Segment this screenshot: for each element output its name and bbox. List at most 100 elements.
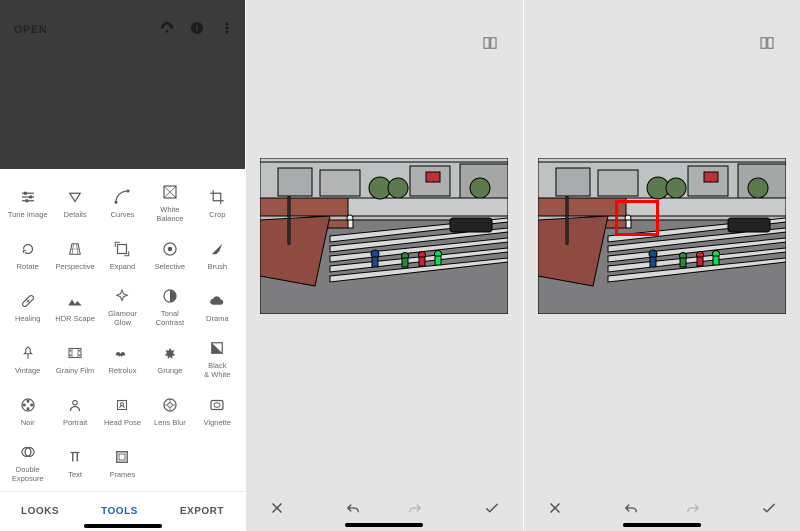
tool-crop[interactable]: Crop bbox=[194, 177, 241, 229]
tool-curves[interactable]: Curves bbox=[99, 177, 146, 229]
tool-drama[interactable]: Drama bbox=[194, 281, 241, 333]
vignette-icon bbox=[208, 396, 226, 414]
tool-label: Grainy Film bbox=[56, 366, 94, 375]
tool-lens-blur[interactable]: Lens Blur bbox=[146, 385, 193, 437]
tool-label: Frames bbox=[110, 470, 135, 479]
tool-label: Crop bbox=[209, 210, 225, 219]
tool-retrolux[interactable]: Retrolux bbox=[99, 333, 146, 385]
home-indicator bbox=[345, 523, 423, 527]
tool-label: Head Pose bbox=[104, 418, 141, 427]
tool-selective[interactable]: Selective bbox=[146, 229, 193, 281]
tool-label: Vintage bbox=[15, 366, 40, 375]
tab-looks[interactable]: LOOKS bbox=[21, 506, 59, 517]
info-icon[interactable] bbox=[189, 20, 205, 36]
tool-glamour-glow[interactable]: Glamour Glow bbox=[99, 281, 146, 333]
tool-expand[interactable]: Expand bbox=[99, 229, 146, 281]
more-icon[interactable] bbox=[219, 20, 235, 36]
tool-portrait[interactable]: Portrait bbox=[51, 385, 98, 437]
tool-label: Healing bbox=[15, 314, 40, 323]
expand-icon bbox=[113, 240, 131, 258]
apply-icon[interactable] bbox=[760, 499, 778, 517]
bw-icon bbox=[208, 339, 226, 357]
tool-label: Retrolux bbox=[109, 366, 137, 375]
tool-label: Selective bbox=[155, 262, 185, 271]
reel-icon bbox=[19, 396, 37, 414]
tool-white-balance[interactable]: White Balance bbox=[146, 177, 193, 229]
home-indicator bbox=[623, 523, 701, 527]
tool-label: Expand bbox=[110, 262, 135, 271]
mountains-icon bbox=[66, 292, 84, 310]
undo-icon[interactable] bbox=[344, 499, 362, 517]
tool-label: Curves bbox=[111, 210, 135, 219]
photo-canvas[interactable] bbox=[538, 158, 786, 314]
tool-tonal-contrast[interactable]: Tonal Contrast bbox=[146, 281, 193, 333]
selection-rectangle[interactable] bbox=[615, 200, 659, 236]
tab-tools[interactable]: TOOLS bbox=[101, 506, 138, 517]
sliders-icon bbox=[19, 188, 37, 206]
tool-healing[interactable]: Healing bbox=[4, 281, 51, 333]
half-circle-icon bbox=[161, 287, 179, 305]
tools-panel: OPEN Tune Image Details Curves White Balanc… bbox=[0, 0, 245, 531]
tool-label: Lens Blur bbox=[154, 418, 186, 427]
tool-vignette[interactable]: Vignette bbox=[194, 385, 241, 437]
redo-icon[interactable] bbox=[406, 499, 424, 517]
open-button[interactable]: OPEN bbox=[14, 24, 47, 36]
tool-label: Text bbox=[68, 470, 82, 479]
tool-frames[interactable]: Frames bbox=[99, 437, 146, 489]
tool-label: Double Exposure bbox=[12, 465, 44, 483]
tool-label: Grunge bbox=[157, 366, 182, 375]
tool-label: Brush bbox=[208, 262, 228, 271]
target-icon bbox=[161, 240, 179, 258]
close-icon[interactable] bbox=[268, 499, 286, 517]
home-indicator bbox=[84, 524, 162, 528]
tool-noir[interactable]: Noir bbox=[4, 385, 51, 437]
tool-grunge[interactable]: Grunge bbox=[146, 333, 193, 385]
editor-pane-1 bbox=[245, 0, 523, 531]
tool-label: Noir bbox=[21, 418, 35, 427]
tool-text[interactable]: Text bbox=[51, 437, 98, 489]
tool-label: Perspective bbox=[56, 262, 95, 271]
tool-rotate[interactable]: Rotate bbox=[4, 229, 51, 281]
tool-hdr-scape[interactable]: HDR Scape bbox=[51, 281, 98, 333]
tool-label: Vignette bbox=[204, 418, 231, 427]
compare-icon[interactable] bbox=[481, 34, 499, 57]
tool-label: Rotate bbox=[17, 262, 39, 271]
tool-vintage[interactable]: Vintage bbox=[4, 333, 51, 385]
tool-label: Details bbox=[64, 210, 87, 219]
tool-label: Glamour Glow bbox=[108, 309, 137, 327]
tool-grainy-film[interactable]: Grainy Film bbox=[51, 333, 98, 385]
tool-label: White Balance bbox=[156, 205, 183, 223]
text-icon bbox=[66, 448, 84, 466]
moustache-icon bbox=[113, 344, 131, 362]
sparkle-icon bbox=[113, 287, 131, 305]
splatter-icon bbox=[161, 344, 179, 362]
tool-perspective[interactable]: Perspective bbox=[51, 229, 98, 281]
tool-label: Tune Image bbox=[8, 210, 48, 219]
perspective-icon bbox=[66, 240, 84, 258]
tool-grid: Tune Image Details Curves White Balance Crop… bbox=[0, 169, 245, 491]
tool-label: HDR Scape bbox=[55, 314, 95, 323]
tab-export[interactable]: EXPORT bbox=[180, 506, 224, 517]
pin-icon bbox=[19, 344, 37, 362]
curve-icon bbox=[113, 188, 131, 206]
cloud-icon bbox=[208, 292, 226, 310]
tool-details[interactable]: Details bbox=[51, 177, 98, 229]
crop-icon bbox=[208, 188, 226, 206]
tool-label: Tonal Contrast bbox=[156, 309, 184, 327]
redo-icon[interactable] bbox=[684, 499, 702, 517]
head-icon bbox=[113, 396, 131, 414]
compare-icon[interactable] bbox=[758, 34, 776, 57]
editor-toolbar bbox=[246, 485, 523, 531]
tool-head-pose[interactable]: Head Pose bbox=[99, 385, 146, 437]
tool-tune-image[interactable]: Tune Image bbox=[4, 177, 51, 229]
photo-canvas[interactable] bbox=[260, 158, 508, 314]
apply-icon[interactable] bbox=[483, 499, 501, 517]
tool-brush[interactable]: Brush bbox=[194, 229, 241, 281]
undo-icon[interactable] bbox=[622, 499, 640, 517]
tool-double-exposure[interactable]: Double Exposure bbox=[4, 437, 51, 489]
style-icon[interactable] bbox=[159, 20, 175, 36]
close-icon[interactable] bbox=[546, 499, 564, 517]
tool-label: Drama bbox=[206, 314, 229, 323]
tool-black-white[interactable]: Black & White bbox=[194, 333, 241, 385]
editor-pane-2 bbox=[523, 0, 800, 531]
